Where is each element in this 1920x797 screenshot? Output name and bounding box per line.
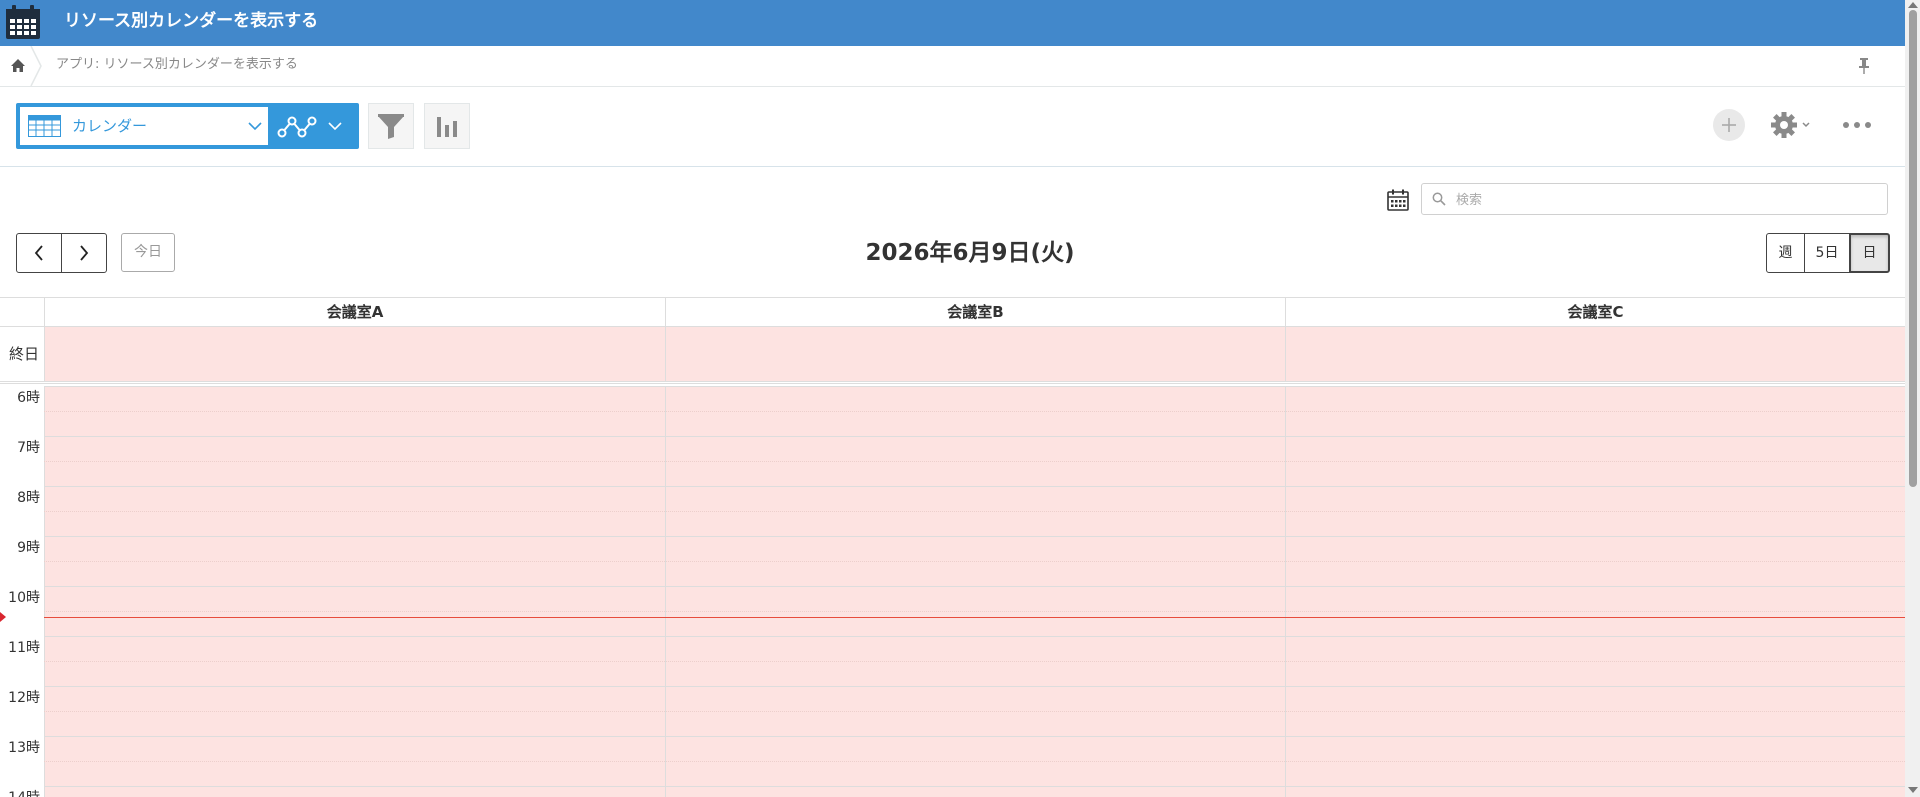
gear-icon [1771,112,1797,138]
resource-header-b: 会議室B [665,298,1285,326]
allday-row: 終日 [0,327,1905,384]
half-hour-line [44,411,1905,412]
plus-icon [1722,118,1736,132]
hour-line [44,436,1905,437]
app-title: リソース別カレンダーを表示する [64,11,319,31]
hour-line [44,486,1905,487]
search-box [1421,183,1888,215]
hour-label: 12時 [8,690,40,706]
table-icon [28,115,61,137]
current-time-arrow-icon [0,612,6,622]
hour-label: 7時 [17,440,40,456]
resource-calendar: 会議室A 会議室B 会議室C 終日 6時 7時 8時 9時 10時 11時 12時 13時 14… [0,297,1905,797]
breadcrumb-separator [30,46,42,86]
allday-cell-c[interactable] [1285,327,1905,381]
scroll-down-arrow[interactable] [1908,787,1918,793]
breadcrumb: アプリ: リソース別カレンダーを表示する [0,46,1905,87]
allday-label: 終日 [8,345,39,363]
allday-cell-b[interactable] [665,327,1285,381]
hour-label: 14時 [0,787,40,797]
range-day-button[interactable]: 日 [1849,233,1890,273]
hour-line [44,786,1905,787]
app-header-bar: リソース別カレンダーを表示する [0,0,1905,46]
half-hour-line [44,511,1905,512]
hour-line [44,536,1905,537]
half-hour-line [44,661,1905,662]
hour-label: 9時 [17,540,40,556]
resource-header-a: 会議室A [44,298,665,326]
current-date-title: 2026年6月9日(火) [865,240,1075,266]
time-grid: 6時 7時 8時 9時 10時 11時 12時 13時 14時 [0,386,1905,797]
view-selector: カレンダー [16,103,359,149]
range-5day-button[interactable]: 5日 [1804,233,1850,273]
add-record-button[interactable] [1713,109,1745,141]
half-hour-line [44,561,1905,562]
graph-menu-button[interactable] [274,109,354,143]
hour-line [44,586,1905,587]
chevron-down-icon [248,122,262,131]
allday-cell-a[interactable] [44,327,665,381]
filter-icon [378,114,404,139]
hour-line [44,686,1905,687]
half-hour-line [44,711,1905,712]
half-hour-line [44,461,1905,462]
half-hour-line [44,761,1905,762]
half-hour-line [44,611,1905,612]
resource-header: 会議室A 会議室B 会議室C [0,297,1905,327]
scroll-thumb[interactable] [1909,10,1917,487]
view-select[interactable]: カレンダー [20,107,268,145]
hour-label: 8時 [17,490,40,506]
hour-label: 10時 [8,590,40,606]
page-scrollbar[interactable] [1905,0,1920,797]
filter-button[interactable] [368,103,414,149]
pin-icon[interactable] [1856,56,1872,76]
hour-label: 13時 [8,740,40,756]
graph-icon [277,116,317,138]
settings-button[interactable] [1770,108,1816,142]
hour-label: 11時 [8,640,40,656]
hour-label: 6時 [17,390,40,406]
bar-chart-icon [437,117,457,137]
search-input[interactable] [1454,185,1878,215]
breadcrumb-app-link[interactable]: アプリ: リソース別カレンダーを表示する [56,46,298,84]
home-icon[interactable] [8,56,28,76]
hour-line [44,386,1905,387]
current-time-line [44,617,1905,618]
search-icon [1432,192,1446,206]
resource-header-c: 会議室C [1285,298,1905,326]
hour-line [44,636,1905,637]
toolbar: カレンダー [0,86,1905,167]
range-week-button[interactable]: 週 [1766,233,1805,273]
view-select-label: カレンダー [72,117,148,135]
calendar-picker-icon[interactable] [1386,188,1410,212]
more-icon[interactable] [1842,120,1872,130]
scroll-up-arrow[interactable] [1908,2,1918,8]
range-toggle: 週 5日 日 [1766,233,1890,273]
hour-line [44,736,1905,737]
graph-button[interactable] [424,103,470,149]
calendar-app-icon [0,0,46,46]
